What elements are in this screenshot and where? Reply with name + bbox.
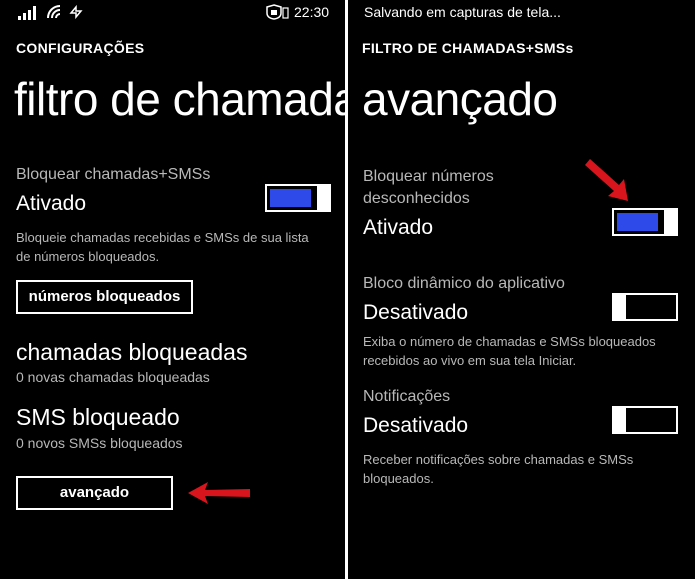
data-icon (69, 4, 83, 20)
red-arrow-icon (188, 482, 250, 504)
unknown-numbers-label-line1: Bloquear números (363, 168, 494, 185)
unknown-numbers-toggle[interactable] (612, 208, 678, 236)
unknown-numbers-label-line2: desconhecidos (363, 190, 470, 207)
right-screen: Salvando em capturas de tela... FILTRO D… (348, 0, 695, 579)
red-arrow-icon (585, 159, 628, 201)
section-header: FILTRO DE CHAMADAS+SMSs (362, 40, 574, 56)
live-tile-toggle[interactable] (612, 293, 678, 321)
notifications-label: Notificações (363, 388, 451, 405)
left-screen: 22:30 CONFIGURAÇÕES filtro de chamadas B… (0, 0, 345, 579)
block-setting-label: Bloquear chamadas+SMSs (16, 166, 211, 183)
wifi-icon (47, 5, 61, 19)
toggle-fill (270, 189, 311, 207)
toggle-thumb[interactable] (664, 208, 678, 236)
signal-icon (18, 6, 36, 20)
notifications-toggle[interactable] (612, 406, 678, 434)
live-tile-value: Desativado (363, 301, 469, 324)
blocked-sms-heading[interactable]: SMS bloqueado (16, 404, 180, 431)
toggle-thumb[interactable] (612, 293, 626, 321)
blocked-calls-heading[interactable]: chamadas bloqueadas (16, 339, 247, 366)
toggle-fill (617, 213, 658, 231)
live-tile-label: Bloco dinâmico do aplicativo (363, 275, 565, 292)
page-title: avançado (362, 73, 558, 125)
toggle-thumb[interactable] (612, 406, 626, 434)
status-time: 22:30 (294, 4, 330, 20)
battery-saver-icon (266, 4, 289, 20)
unknown-numbers-value: Ativado (363, 216, 434, 239)
notifications-value: Desativado (363, 414, 469, 437)
blocked-numbers-button[interactable]: números bloqueados (16, 280, 193, 314)
advanced-button[interactable]: avançado (16, 476, 173, 510)
live-tile-description: Exiba o número de chamadas e SMSs bloque… (363, 334, 656, 368)
block-setting-value: Ativado (16, 192, 87, 215)
toggle-thumb[interactable] (317, 184, 331, 212)
notifications-description: Receber notificações sobre chamadas e SM… (363, 452, 634, 486)
notification-banner: Salvando em capturas de tela... (364, 4, 561, 20)
blocked-calls-count: 0 novas chamadas bloqueadas (16, 369, 210, 385)
section-header: CONFIGURAÇÕES (16, 40, 145, 56)
block-setting-description: Bloqueie chamadas recebidas e SMSs de su… (16, 230, 309, 264)
page-title: filtro de chamadas (14, 73, 345, 125)
block-calls-toggle[interactable] (265, 184, 331, 212)
blocked-sms-count: 0 novos SMSs bloqueados (16, 435, 183, 451)
